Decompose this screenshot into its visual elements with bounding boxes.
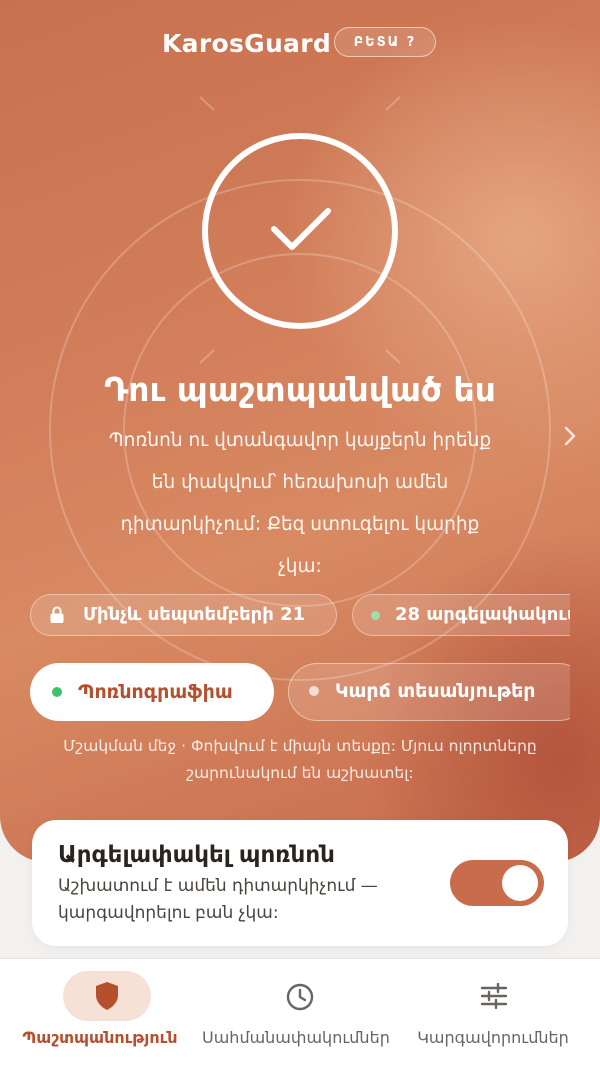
status-description: Պոռնոն ու վտանգավոր կայքերն իրենք են փակ… [108, 430, 492, 577]
block-porn-subtitle: Աշխատում է ամեն դիտարկիչում — կարգավորել… [58, 876, 378, 923]
expiry-chip-label: Մինչև սեպտեմբերի 21 [83, 604, 306, 625]
protection-hero: KarosGuard ԲԵՏԱ ? Դու պաշտպանված ես Պոռն… [0, 0, 600, 862]
toggle-knob [502, 865, 538, 901]
shield-icon [96, 982, 118, 1010]
clock-icon [286, 983, 314, 1011]
green-dot-icon [371, 611, 380, 620]
protected-status-ring [202, 133, 398, 329]
blocked-count-chip: 28 արգելափակում [352, 594, 570, 636]
nav-restrictions[interactable]: Սահմանափակումներ [200, 959, 400, 1091]
status-chips: Մինչև սեպտեմբերի 21 28 արգելափակում [30, 594, 570, 638]
sliders-icon [480, 983, 508, 1009]
tab-short-videos[interactable]: Կարճ տեսանյութեր [288, 663, 570, 721]
expiry-chip: Մինչև սեպտեմբերի 21 [30, 594, 337, 636]
block-porn-title: Արգելափակել պոռնոն [58, 842, 335, 868]
nav-protection-label: Պաշտպանություն [22, 1028, 178, 1047]
chevron-right-icon[interactable] [560, 424, 580, 448]
active-dot-icon [52, 687, 62, 697]
nav-protection[interactable]: Պաշտպանություն [0, 959, 200, 1091]
nav-settings[interactable]: Կարգավորումներ [400, 959, 600, 1091]
lock-icon [50, 606, 64, 623]
app-title: KarosGuard [162, 29, 332, 58]
tab-pornography[interactable]: Պոռնոգրաֆիա [30, 663, 274, 721]
nav-restrictions-label: Սահմանափակումներ [202, 1028, 390, 1047]
blocked-count-label: 28 արգելափակում [395, 604, 570, 625]
inactive-dot-icon [309, 686, 319, 696]
mode-note: Մշակման մեջ · Փոխվում է միայն տեսքը: Մյո… [63, 737, 537, 782]
mode-tabs: Պոռնոգրաֆիա Կարճ տեսանյութեր [30, 663, 570, 721]
block-porn-toggle[interactable] [450, 860, 544, 906]
check-icon [271, 208, 331, 250]
beta-badge-button[interactable]: ԲԵՏԱ ? [334, 27, 436, 57]
block-porn-card: Արգելափակել պոռնոն Աշխատում է ամեն դիտար… [32, 820, 568, 946]
status-title: Դու պաշտպանված ես [104, 370, 496, 409]
nav-settings-label: Կարգավորումներ [417, 1028, 569, 1047]
tab-short-videos-label: Կարճ տեսանյութեր [335, 680, 536, 702]
tab-pornography-label: Պոռնոգրաֆիա [78, 681, 233, 703]
bottom-nav: Պաշտպանություն Սահմանափակումներ Կարգավոր… [0, 958, 600, 1091]
